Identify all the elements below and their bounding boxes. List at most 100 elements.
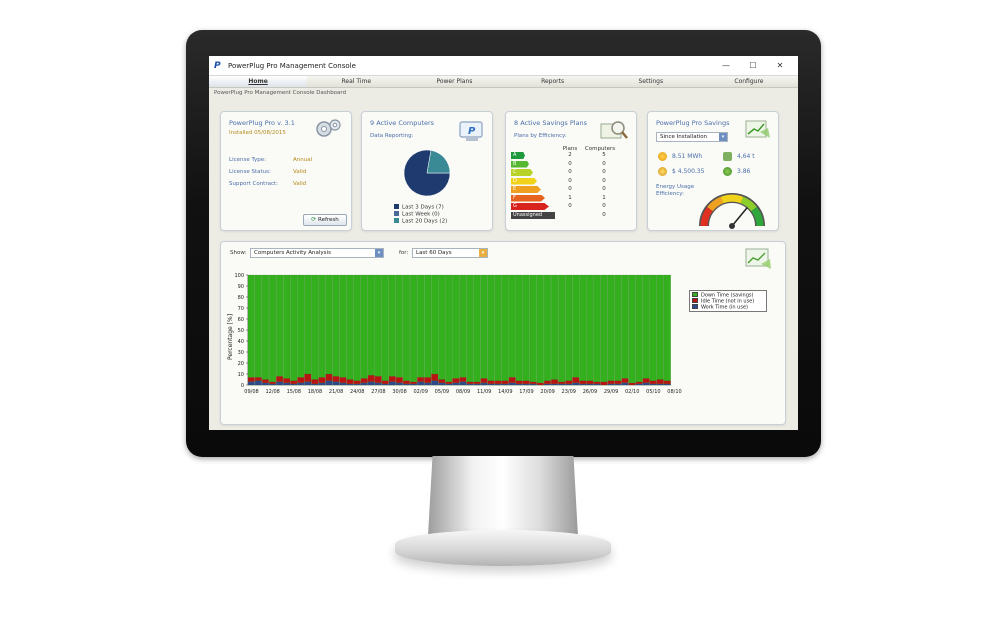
x-tick-label: 21/08 [329,389,343,395]
show-select[interactable]: Computers Activity Analysis ▾ [250,248,384,258]
x-tick-label: 24/08 [350,389,364,395]
down-time-bar [614,274,622,381]
idle-time-bar [579,380,587,384]
work-time-bar [529,383,537,386]
work-time-bar [318,382,326,386]
work-time-bar [494,383,502,386]
work-time-bar [508,382,516,386]
work-time-bar [579,383,587,386]
idle-time-bar [262,379,269,383]
work-time-bar [445,383,453,386]
idle-time-bar [438,379,446,383]
idle-time-bar [318,377,326,383]
work-time-bar [424,382,432,386]
legend-last-week: Last Week (0) [394,211,440,218]
money-icon [658,167,667,176]
chevron-down-icon: ▾ [375,249,383,257]
work-time-bar [395,382,403,386]
down-time-bar [586,274,594,381]
tab-reports[interactable]: Reports [504,76,602,87]
down-time-bar [438,274,446,380]
idle-time-bar [459,377,467,382]
tab-settings[interactable]: Settings [602,76,700,87]
idle-time-bar [593,381,601,384]
down-time-bar [649,274,657,381]
work-time-bar [473,383,481,386]
idle-time-bar [290,380,298,384]
refresh-button[interactable]: ⟳ Refresh [303,214,347,226]
y-tick-label: 90 [238,284,244,290]
trees-saved-value: 3.86 [737,168,751,175]
idle-time-bar [642,378,650,383]
work-time-bar [558,383,566,386]
work-time-bar [403,383,410,386]
close-button[interactable]: ✕ [773,60,787,72]
down-time-bar [353,274,361,381]
down-time-bar [529,274,537,382]
work-time-bar [635,383,643,386]
y-tick-label: 70 [238,306,244,312]
down-time-bar [360,274,368,379]
x-tick-label: 15/08 [287,389,301,395]
idle-time-bar [332,376,340,382]
idle-time-bar [565,380,573,384]
plans-count: 0 [568,177,572,184]
tab-power-plans[interactable]: Power Plans [405,76,503,87]
maximize-button[interactable]: ☐ [746,60,760,72]
down-time-bar [388,274,396,377]
down-time-bar [318,274,326,378]
legend-label: Work Time (in use) [701,304,748,311]
report-icon[interactable] [743,246,775,272]
legend-swatch [394,218,399,223]
down-time-bar [487,274,495,381]
tab-home[interactable]: Home [209,76,308,87]
down-time-bar [346,274,354,380]
work-time-bar [297,382,305,386]
down-time-bar [311,274,319,380]
work-time-bar [551,383,558,386]
efficiency-grade-b: B [511,160,529,168]
license-type-label: License Type: [229,157,266,163]
down-time-bar [332,274,340,377]
down-time-bar [480,274,488,379]
installed-date: Installed 05/08/2015 [229,130,286,136]
work-time-bar [353,383,361,386]
tree-icon [723,167,732,176]
main-nav: Home Real Time Power Plans Reports Setti… [209,76,798,88]
down-time-bar [290,274,298,381]
plans-count: 1 [568,194,572,201]
legend-last-3-days: Last 3 Days (7) [394,204,444,211]
down-time-bar [536,274,544,383]
monitor-screen: P PowerPlug Pro Management Console — ☐ ✕… [209,56,798,430]
savings-panel-title: PowerPlug Pro Savings [656,119,730,127]
down-time-bar [515,274,523,381]
idle-time-bar [663,380,671,384]
x-tick-label: 08/10 [667,389,681,395]
efficiency-grade-g: G [511,203,549,210]
tab-configure[interactable]: Configure [700,76,798,87]
work-time-bar [572,382,580,386]
idle-time-bar [487,380,495,384]
work-time-bar [290,383,298,386]
tab-real-time[interactable]: Real Time [307,76,405,87]
savings-period-select[interactable]: Since Installation ▾ [656,132,728,142]
minimize-button[interactable]: — [719,60,733,72]
down-time-bar [579,274,587,381]
work-time-bar [360,382,368,386]
x-tick-label: 09/08 [244,389,258,395]
down-time-bar [621,274,629,379]
refresh-label: Refresh [318,217,339,223]
down-time-bar [508,274,516,378]
x-tick-label: 17/09 [519,389,533,395]
work-time-bar [311,383,319,386]
y-tick-label: 20 [238,361,244,367]
down-time-bar [593,274,601,382]
idle-time-bar [395,377,403,383]
idle-time-bar [254,377,262,381]
computers-panel-title: 9 Active Computers [370,119,435,127]
work-time-bar [332,381,340,386]
down-time-bar [656,274,664,380]
period-select[interactable]: Last 60 Days ▾ [412,248,488,258]
idle-time-bar [360,378,368,383]
down-time-bar [473,274,481,382]
